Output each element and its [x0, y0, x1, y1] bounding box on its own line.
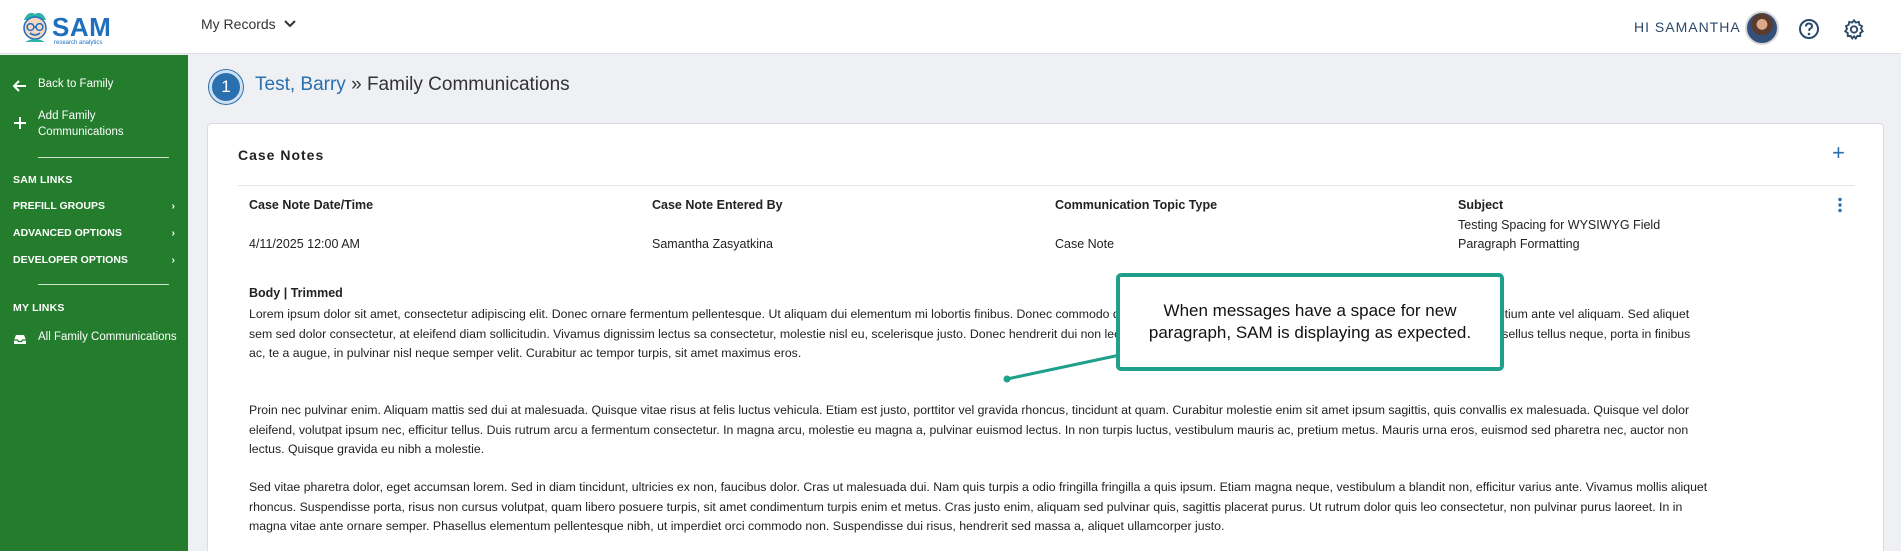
breadcrumb: Test, Barry » Family Communications [255, 74, 570, 96]
top-header: SAM research analytics My Records HI SAM… [0, 0, 1901, 54]
sidebar-back-to-family[interactable]: Back to Family [12, 78, 113, 94]
chevron-right-icon: › [171, 200, 176, 212]
mascot-logo-icon [23, 12, 47, 42]
annotation-callout: When messages have a space for new parag… [1116, 273, 1504, 371]
sidebar-item-all-family-communications[interactable]: All Family Communications [12, 331, 177, 347]
sidebar-item-label: DEVELOPER OPTIONS [13, 254, 128, 266]
column-header-entered-by: Case Note Entered By [652, 198, 783, 212]
body-label: Body | Trimmed [249, 286, 343, 300]
arrow-left-icon [12, 80, 26, 92]
kebab-menu-icon[interactable] [1835, 197, 1845, 213]
sidebar-item-developer-options[interactable]: DEVELOPER OPTIONS › [13, 254, 175, 266]
sidebar-item-advanced-options[interactable]: ADVANCED OPTIONS › [13, 227, 175, 239]
breadcrumb-separator: » [345, 74, 367, 95]
my-records-dropdown[interactable]: My Records [201, 16, 296, 32]
case-notes-card: Case Notes + Case Note Date/Time 4/11/20… [207, 123, 1884, 551]
sidebar-back-label: Back to Family [38, 78, 114, 90]
topic-type-value: Case Note [1055, 237, 1115, 251]
card-divider [238, 185, 1855, 186]
user-greeting: HI SAMANTHA [1634, 19, 1741, 35]
sidebar-add-family-communications[interactable]: Add Family Communications [12, 108, 134, 140]
add-case-note-button[interactable]: + [1832, 142, 1845, 164]
column-header-subject: Subject [1458, 198, 1504, 212]
chevron-down-icon [283, 20, 296, 28]
sidebar-divider [38, 157, 169, 158]
gear-icon[interactable] [1843, 18, 1865, 40]
chevron-right-icon: › [171, 254, 176, 266]
record-count-badge: 1 [209, 70, 243, 104]
sidebar-item-prefill-groups[interactable]: PREFILL GROUPS › [13, 200, 175, 212]
sidebar-section-my-links: MY LINKS [13, 302, 65, 314]
plus-icon [14, 117, 26, 129]
sidebar-item-label: PREFILL GROUPS [13, 200, 105, 212]
page-title: Family Communications [366, 74, 570, 95]
body-paragraph: Proin nec pulvinar enim. Aliquam mattis … [249, 403, 1690, 456]
column-header-topic-type: Communication Topic Type [1055, 198, 1218, 212]
sidebar: Back to Family Add Family Communications… [0, 55, 188, 551]
avatar[interactable] [1745, 11, 1779, 45]
sidebar-add-label: Add Family Communications [38, 110, 124, 138]
sidebar-section-sam-links: SAM LINKS [13, 174, 73, 186]
subject-value-line-1: Testing Spacing for WYSIWYG Field [1458, 218, 1661, 232]
date-value: 4/11/2025 12:00 AM [249, 237, 360, 251]
card-title: Case Notes [238, 147, 325, 163]
inbox-icon [14, 335, 26, 344]
logo-subtext: research analytics [54, 40, 103, 46]
help-icon[interactable] [1798, 18, 1820, 40]
subject-value-line-2: Paragraph Formatting [1458, 237, 1580, 251]
entered-by-value: Samantha Zasyatkina [652, 237, 773, 251]
sidebar-item-label: All Family Communications [38, 331, 177, 343]
sidebar-divider [38, 284, 169, 285]
sam-logo[interactable]: SAM research analytics [20, 10, 120, 46]
column-header-date: Case Note Date/Time [249, 198, 374, 212]
my-records-label: My Records [201, 16, 276, 32]
breadcrumb-person-link[interactable]: Test, Barry [255, 74, 346, 95]
callout-text: When messages have a space for new parag… [1148, 301, 1472, 342]
sidebar-item-label: ADVANCED OPTIONS [13, 227, 122, 239]
body-paragraph: Sed vitae pharetra dolor, eget accumsan … [249, 480, 1708, 533]
chevron-right-icon: › [171, 227, 176, 239]
logo-text: SAM [52, 12, 112, 42]
